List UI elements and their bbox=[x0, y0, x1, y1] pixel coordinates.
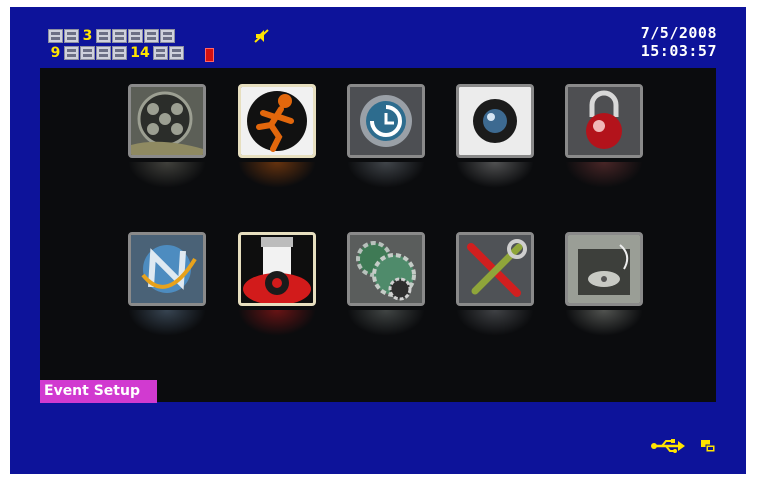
channel-off-icon bbox=[153, 46, 168, 60]
network-globe-icon bbox=[131, 235, 203, 303]
menu-item-playback[interactable] bbox=[128, 84, 206, 158]
channel-off-icon bbox=[48, 29, 63, 43]
channel-off-icon bbox=[128, 29, 143, 43]
channel-off-icon bbox=[96, 29, 111, 43]
menu-item-camera[interactable] bbox=[456, 84, 534, 158]
channel-active-indicator: 9 bbox=[50, 45, 61, 61]
menu-item-ptz[interactable] bbox=[238, 232, 316, 306]
film-reel-icon bbox=[131, 87, 203, 155]
menu-item-event-setup[interactable] bbox=[238, 84, 316, 158]
channel-off-icon bbox=[144, 29, 159, 43]
speaker-mute-icon bbox=[254, 29, 269, 43]
running-man-icon bbox=[241, 87, 313, 155]
camera-lens-icon bbox=[459, 87, 531, 155]
channel-off-icon bbox=[112, 46, 127, 60]
menu-item-tools[interactable] bbox=[456, 232, 534, 306]
channel-off-icon bbox=[80, 46, 95, 60]
storage-icon bbox=[701, 440, 716, 453]
dome-camera-icon bbox=[241, 235, 313, 303]
padlock-icon bbox=[568, 87, 640, 155]
channel-off-icon bbox=[160, 29, 175, 43]
usb-icon bbox=[651, 439, 685, 453]
menu-item-network[interactable] bbox=[128, 232, 206, 306]
selected-menu-label: Event Setup bbox=[40, 380, 157, 403]
menu-item-security[interactable] bbox=[565, 84, 643, 158]
channel-off-icon bbox=[64, 46, 79, 60]
record-indicator bbox=[205, 48, 214, 62]
channel-off-icon bbox=[169, 46, 184, 60]
channel-status-row-2: 9 14 bbox=[48, 45, 185, 61]
menu-item-storage[interactable] bbox=[565, 232, 643, 306]
date-display: 7/5/2008 bbox=[640, 24, 717, 42]
channel-active-indicator: 14 bbox=[130, 45, 150, 61]
hard-drive-icon bbox=[568, 235, 640, 303]
channel-off-icon bbox=[112, 29, 127, 43]
gears-icon bbox=[350, 235, 422, 303]
channel-status-row-1: 3 bbox=[48, 28, 176, 44]
menu-item-schedule[interactable] bbox=[347, 84, 425, 158]
channel-off-icon bbox=[96, 46, 111, 60]
channel-active-indicator: 3 bbox=[82, 28, 93, 44]
time-display: 15:03:57 bbox=[640, 42, 717, 60]
clock-refresh-icon bbox=[350, 87, 422, 155]
tools-icon bbox=[459, 235, 531, 303]
channel-off-icon bbox=[64, 29, 79, 43]
menu-item-system[interactable] bbox=[347, 232, 425, 306]
